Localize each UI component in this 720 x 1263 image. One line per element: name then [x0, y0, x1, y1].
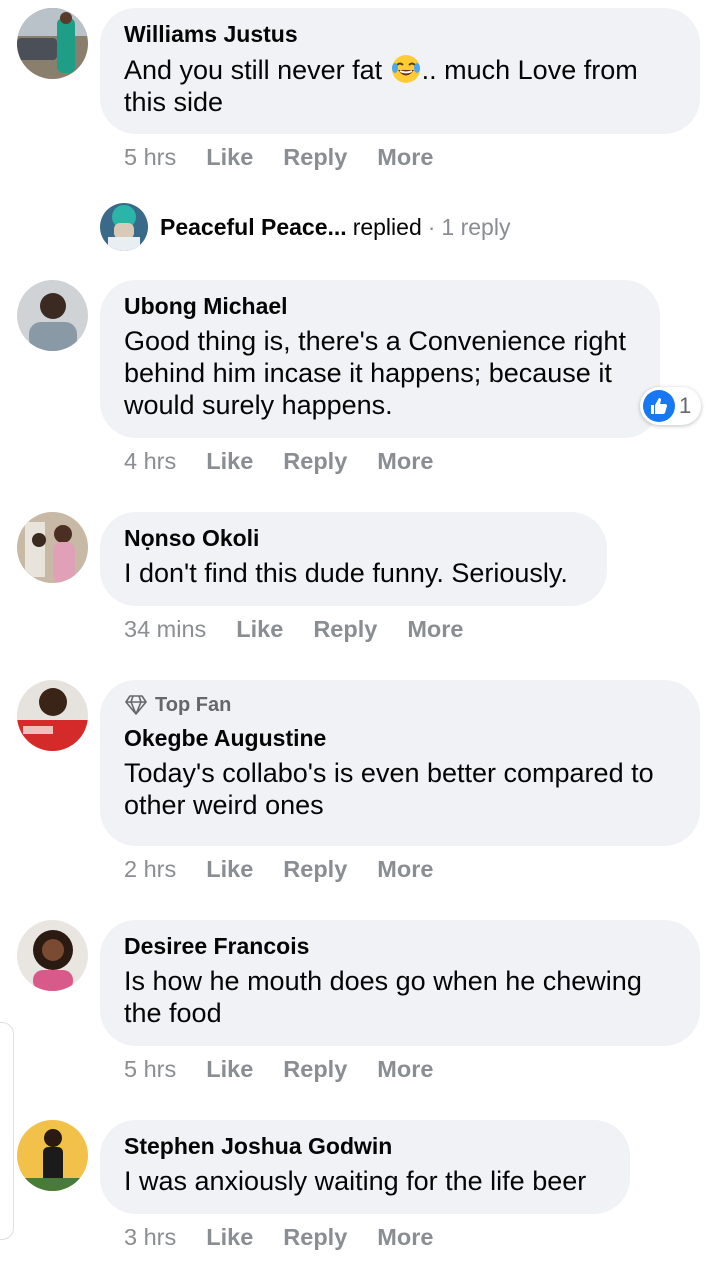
diamond-icon — [125, 695, 147, 715]
like-button[interactable]: Like — [206, 144, 253, 171]
side-panel-fragment — [0, 1022, 14, 1240]
reaction-count: 1 — [679, 393, 692, 418]
comment-text: And you still never fat .. much Love fro… — [124, 53, 676, 118]
comment-bubble: Williams Justus And you still never fat … — [100, 8, 700, 134]
commenter-name[interactable]: Williams Justus — [124, 21, 676, 47]
avatar[interactable] — [17, 512, 88, 583]
reaction-count-badge[interactable]: 1 — [640, 387, 702, 425]
replier-name[interactable]: Peaceful Peace... — [160, 214, 347, 241]
comment-text: Today's collabo's is even better compare… — [124, 758, 654, 820]
comment-text: I was anxiously waiting for the life bee… — [124, 1166, 587, 1196]
comment-actions: 5 hrs Like Reply More — [124, 144, 433, 171]
like-button[interactable]: Like — [236, 616, 283, 643]
comment-text-part: And you still never fat — [124, 55, 390, 85]
reply-button[interactable]: Reply — [283, 856, 347, 883]
top-fan-label: Top Fan — [155, 694, 232, 716]
replier-avatar — [100, 203, 148, 251]
separator-dot: · — [427, 213, 436, 240]
comment-text: Good thing is, there's a Convenience rig… — [124, 326, 626, 420]
comment-time[interactable]: 5 hrs — [124, 1056, 176, 1083]
commenter-name[interactable]: Okegbe Augustine — [124, 725, 676, 751]
comment-time[interactable]: 2 hrs — [124, 856, 176, 883]
commenter-name[interactable]: Stephen Joshua Godwin — [124, 1133, 606, 1159]
comment-time[interactable]: 34 mins — [124, 616, 206, 643]
comment-bubble: Desiree Francois Is how he mouth does go… — [100, 920, 700, 1046]
like-button[interactable]: Like — [206, 1224, 253, 1251]
comment-bubble: Nọnso Okoli I don't find this dude funny… — [100, 512, 607, 606]
thumbs-up-icon — [643, 390, 675, 422]
reply-button[interactable]: Reply — [313, 616, 377, 643]
avatar[interactable] — [17, 680, 88, 751]
reply-button[interactable]: Reply — [283, 1056, 347, 1083]
comment-bubble: Top Fan Okegbe Augustine Today's collabo… — [100, 680, 700, 846]
avatar[interactable] — [17, 280, 88, 351]
comment-text: I don't find this dude funny. Seriously. — [124, 558, 568, 588]
more-button[interactable]: More — [407, 616, 463, 643]
more-button[interactable]: More — [377, 448, 433, 475]
comment-time[interactable]: 5 hrs — [124, 144, 176, 171]
comment-time[interactable]: 4 hrs — [124, 448, 176, 475]
commenter-name[interactable]: Desiree Francois — [124, 933, 676, 959]
comment-time[interactable]: 3 hrs — [124, 1224, 176, 1251]
commenter-name[interactable]: Nọnso Okoli — [124, 525, 583, 551]
like-button[interactable]: Like — [206, 856, 253, 883]
more-button[interactable]: More — [377, 1056, 433, 1083]
like-button[interactable]: Like — [206, 1056, 253, 1083]
comment-actions: 3 hrs Like Reply More — [124, 1224, 433, 1251]
top-fan-badge: Top Fan — [124, 693, 676, 717]
avatar[interactable] — [17, 920, 88, 991]
comment-actions: 5 hrs Like Reply More — [124, 1056, 433, 1083]
comment-bubble: Ubong Michael Good thing is, there's a C… — [100, 280, 660, 438]
comment-bubble: Stephen Joshua Godwin I was anxiously wa… — [100, 1120, 630, 1214]
comment-actions: 34 mins Like Reply More — [124, 616, 463, 643]
replied-label: replied — [352, 213, 422, 240]
reply-button[interactable]: Reply — [283, 1224, 347, 1251]
commenter-name[interactable]: Ubong Michael — [124, 293, 636, 319]
more-button[interactable]: More — [377, 1224, 433, 1251]
more-button[interactable]: More — [377, 856, 433, 883]
more-button[interactable]: More — [377, 144, 433, 171]
comment-actions: 4 hrs Like Reply More — [124, 448, 433, 475]
comment-text: Is how he mouth does go when he chewing … — [124, 966, 642, 1028]
reply-count[interactable]: 1 reply — [441, 214, 510, 241]
reply-button[interactable]: Reply — [283, 144, 347, 171]
like-button[interactable]: Like — [206, 448, 253, 475]
avatar[interactable] — [17, 8, 88, 79]
reply-summary[interactable]: Peaceful Peace... replied · 1 reply — [100, 202, 620, 252]
comment-actions: 2 hrs Like Reply More — [124, 856, 433, 883]
tears-of-joy-emoji-icon — [391, 55, 420, 83]
avatar[interactable] — [17, 1120, 88, 1191]
reply-button[interactable]: Reply — [283, 448, 347, 475]
